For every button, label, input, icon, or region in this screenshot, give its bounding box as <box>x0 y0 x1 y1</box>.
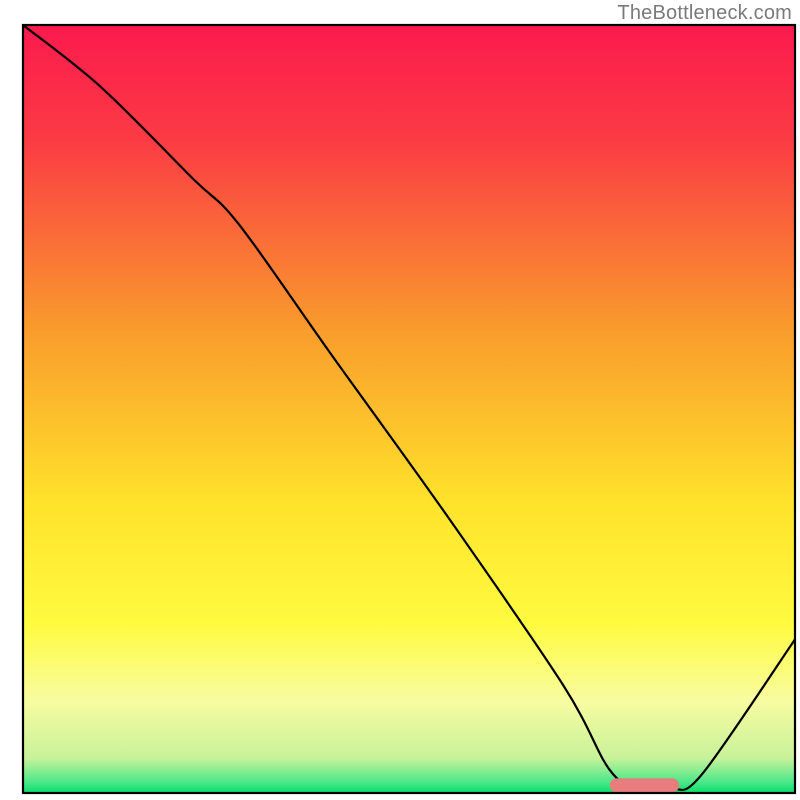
watermark-text: TheBottleneck.com <box>617 2 792 25</box>
bottleneck-chart <box>0 0 800 800</box>
optimal-range-marker <box>610 778 679 792</box>
chart-container: TheBottleneck.com <box>0 0 800 800</box>
plot-gradient-background <box>23 25 795 793</box>
